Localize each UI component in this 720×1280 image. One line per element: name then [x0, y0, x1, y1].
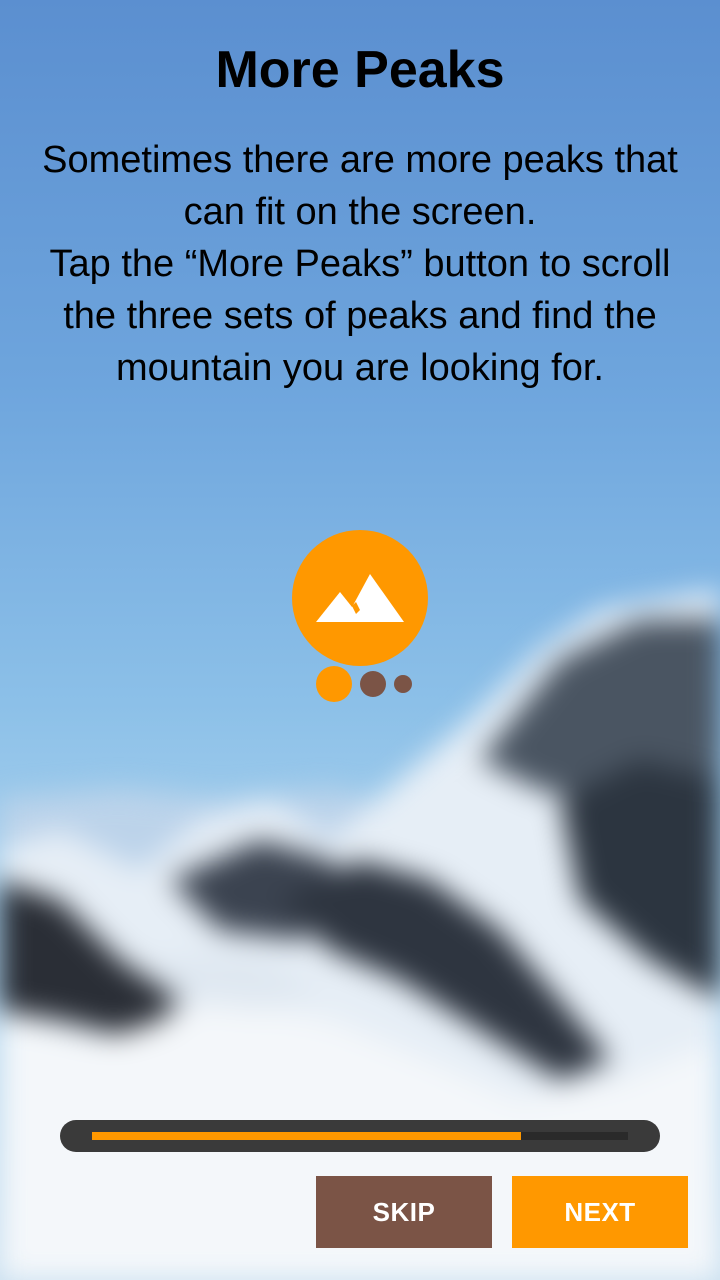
more-peaks-icon-badge	[292, 530, 428, 666]
skip-button[interactable]: SKIP	[316, 1176, 492, 1248]
progress-bar	[60, 1120, 660, 1152]
page-indicator-dot-1-active	[316, 666, 352, 702]
next-button[interactable]: NEXT	[512, 1176, 688, 1248]
progress-bar-fill	[92, 1132, 521, 1140]
page-indicator-dot-3	[394, 675, 412, 693]
onboarding-screen: More Peaks Sometimes there are more peak…	[0, 0, 720, 1280]
page-indicator-dot-2	[360, 671, 386, 697]
progress-bar-inner-track	[92, 1132, 628, 1140]
mountain-icon	[316, 574, 404, 622]
page-title: More Peaks	[215, 41, 505, 99]
description-text: Sometimes there are more peaks that can …	[42, 139, 678, 389]
